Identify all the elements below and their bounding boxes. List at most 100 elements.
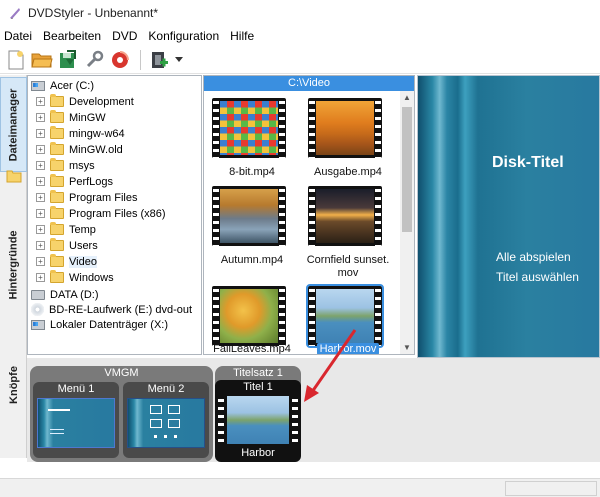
toolbar-separator [140, 49, 141, 70]
scroll-thumb[interactable] [402, 107, 412, 232]
expand-icon[interactable]: + [36, 177, 45, 186]
vmgm-group: VMGM Menü 1 Menü 2 [30, 366, 213, 462]
expand-icon[interactable]: + [36, 257, 45, 266]
file-name[interactable]: FallLeaves.mp4 [204, 343, 300, 354]
video-thumbnail[interactable] [308, 98, 382, 158]
tree-item-folder[interactable]: + MinGW [36, 110, 106, 125]
tree-item-folder[interactable]: + Windows [36, 270, 114, 285]
expand-icon[interactable]: + [36, 161, 45, 170]
save-icon[interactable] [56, 48, 80, 72]
toolbar [0, 46, 600, 74]
tab-knoepfe[interactable]: Knöpfe [0, 355, 27, 415]
tree-item-folder[interactable]: + Temp [36, 222, 96, 237]
folder-icon[interactable] [0, 161, 27, 191]
menu-background [418, 76, 599, 357]
disk-title-text[interactable]: Disk-Titel [492, 154, 564, 172]
title-bar: DVDStyler - Unbenannt* [0, 0, 600, 26]
tree-item-folder[interactable]: + mingw-w64 [36, 126, 125, 141]
video-thumbnail-selected[interactable] [306, 284, 384, 348]
menu-1-card[interactable]: Menü 1 [33, 382, 119, 458]
folder-icon [50, 142, 64, 155]
status-panel [505, 481, 597, 496]
open-icon[interactable] [30, 48, 54, 72]
tree-item-drive-x[interactable]: Lokaler Datenträger (X:) [31, 317, 168, 332]
file-name[interactable]: Cornfield sunset. mov [300, 254, 396, 280]
menu-thumbnail [37, 398, 115, 448]
title-caption: Harbor [241, 447, 275, 459]
title-1-label: Titel 1 [243, 381, 273, 393]
expand-icon[interactable]: + [36, 225, 45, 234]
expand-icon[interactable]: + [36, 273, 45, 282]
folder-icon [50, 206, 64, 219]
file-name[interactable]: 8-bit.mp4 [204, 166, 300, 179]
menu-konfiguration[interactable]: Konfiguration [148, 29, 219, 43]
settings-icon[interactable] [82, 48, 106, 72]
scroll-down-icon[interactable]: ▼ [400, 341, 414, 354]
title-1-card[interactable]: Titel 1 Harbor [215, 380, 301, 462]
select-title-button[interactable]: Titel auswählen [496, 270, 579, 284]
expand-icon[interactable]: + [36, 145, 45, 154]
tab-dateimanager[interactable]: Dateimanager [0, 77, 27, 172]
current-path: C:\Video [204, 76, 414, 91]
tree-item-root[interactable]: Acer (C:) [31, 78, 94, 93]
play-all-button[interactable]: Alle abspielen [496, 250, 571, 264]
expand-icon[interactable]: + [36, 193, 45, 202]
vertical-scrollbar[interactable]: ▲ ▼ [400, 91, 414, 354]
add-file-icon[interactable] [147, 48, 171, 72]
menu-hilfe[interactable]: Hilfe [230, 29, 254, 43]
tree-item-drive-e[interactable]: BD-RE-Laufwerk (E:) dvd-out [31, 302, 192, 317]
video-thumbnail[interactable] [212, 186, 286, 246]
folder-icon [50, 110, 64, 123]
folder-icon [50, 174, 64, 187]
video-thumbnail[interactable] [308, 186, 382, 246]
tree-item-folder[interactable]: + Video [36, 254, 97, 269]
tree-item-folder[interactable]: + Development [36, 94, 134, 109]
new-icon[interactable] [4, 48, 28, 72]
expand-icon[interactable]: + [36, 129, 45, 138]
folder-icon [50, 270, 64, 283]
status-bar [0, 478, 600, 497]
menu-thumbnail [127, 398, 205, 448]
windows-drive-icon [31, 80, 45, 91]
tree-item-folder[interactable]: + msys [36, 158, 95, 173]
thumbnail-image [220, 289, 278, 343]
tree-item-folder[interactable]: + PerfLogs [36, 174, 113, 189]
menu-dvd[interactable]: DVD [112, 29, 137, 43]
tree-item-folder[interactable]: + MinGW.old [36, 142, 123, 157]
expand-icon[interactable]: + [36, 209, 45, 218]
folder-tree[interactable]: Acer (C:) + Development + MinGW + mingw-w64 + M… [27, 75, 202, 355]
folder-icon [50, 190, 64, 203]
file-name[interactable]: Ausgabe.mp4 [300, 166, 396, 179]
burn-icon[interactable] [108, 48, 132, 72]
titleset-manager: VMGM Menü 1 Menü 2 Titelsatz 1 Titel 1 H… [27, 358, 600, 462]
thumbnail-image [316, 101, 374, 155]
menu-preview[interactable]: Disk-Titel Alle abspielen Titel auswähle… [417, 75, 600, 358]
file-name-selected[interactable]: Harbor.mov [316, 343, 380, 354]
tree-item-folder[interactable]: + Program Files (x86) [36, 206, 166, 221]
file-browser[interactable]: C:\Video 8-bit.mp4 Ausgabe.mp4 Autumn.mp… [203, 75, 415, 355]
title-thumbnail [227, 396, 289, 444]
folder-icon [50, 222, 64, 235]
windows-drive-icon [31, 319, 45, 330]
folder-icon [50, 126, 64, 139]
tree-item-folder[interactable]: + Users [36, 238, 98, 253]
disc-drive-icon [31, 303, 44, 316]
video-thumbnail[interactable] [212, 286, 286, 346]
expand-icon[interactable]: + [36, 241, 45, 250]
thumbnail-image [316, 189, 374, 243]
expand-icon[interactable]: + [36, 113, 45, 122]
tab-hintergruende[interactable]: Hintergründe [0, 205, 27, 325]
titleset-group: Titelsatz 1 Titel 1 Harbor [215, 366, 301, 462]
tree-item-drive-d[interactable]: DATA (D:) [31, 287, 98, 302]
menu-datei[interactable]: Datei [4, 29, 32, 43]
expand-icon[interactable]: + [36, 97, 45, 106]
menu-2-card[interactable]: Menü 2 [123, 382, 209, 458]
chevron-down-icon[interactable] [173, 48, 185, 72]
file-name[interactable]: Autumn.mp4 [204, 254, 300, 267]
menu-bar: Datei Bearbeiten DVD Konfiguration Hilfe [0, 27, 600, 45]
video-thumbnail[interactable] [212, 98, 286, 158]
scroll-up-icon[interactable]: ▲ [400, 91, 414, 105]
folder-icon [50, 238, 64, 251]
tree-item-folder[interactable]: + Program Files [36, 190, 137, 205]
menu-bearbeiten[interactable]: Bearbeiten [43, 29, 101, 43]
